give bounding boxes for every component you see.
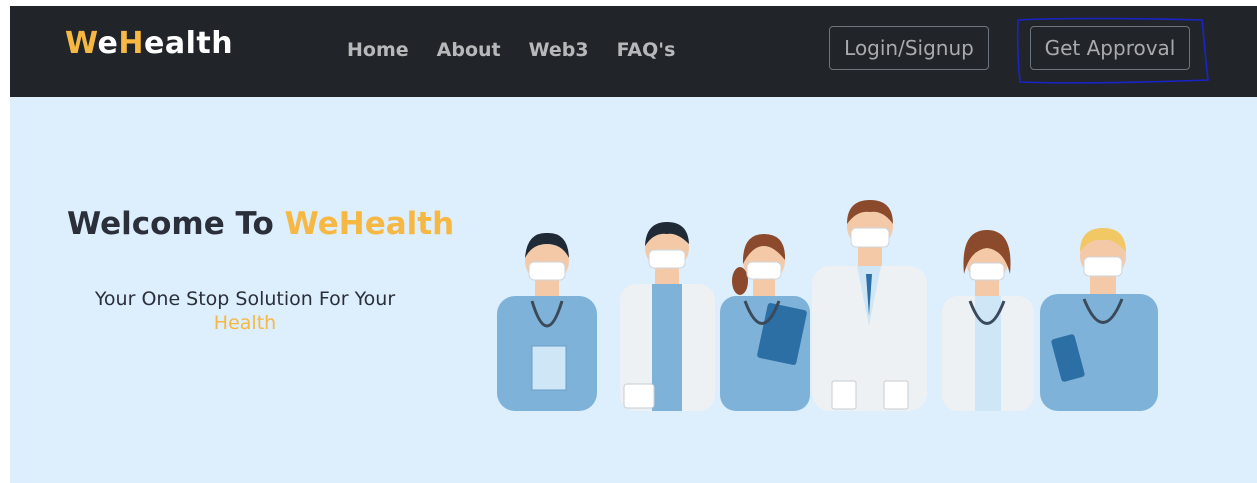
doctor-figure-1 [620,222,715,411]
login-signup-button[interactable]: Login/Signup [829,26,989,70]
brand-letter-h: H [118,26,144,61]
nav-links: Home About Web3 FAQ's [347,39,703,61]
brand-letter-e: e [97,26,119,61]
brand-letters-ealth: ealth [144,26,234,61]
brand-letter-w: W [65,26,98,61]
brand-logo[interactable]: WeHealth [65,26,233,61]
navbar: WeHealth Home About Web3 FAQ's Login/Sig… [10,6,1257,97]
hero-subtitle: Your One Stop Solution For Your Health [80,287,410,335]
hero-title-prefix: Welcome To [67,206,285,242]
nav-link-web3[interactable]: Web3 [529,39,589,61]
medical-staff-illustration [497,200,1158,411]
nurse-figure-1 [497,232,597,411]
hero-title: Welcome To WeHealth [67,206,454,242]
nurse-figure-2 [720,234,810,411]
hero-subtitle-text: Your One Stop Solution For Your [94,288,396,310]
page-frame: WeHealth Home About Web3 FAQ's Login/Sig… [10,6,1257,483]
doctor-figure-3 [942,230,1034,411]
nav-link-about[interactable]: About [437,39,501,61]
hand-drawn-annotation [1016,17,1209,84]
hero-title-accent: WeHealth [284,206,455,242]
nav-link-home[interactable]: Home [347,39,409,61]
nav-link-faqs[interactable]: FAQ's [617,39,676,61]
hero-subtitle-accent: Health [213,312,277,334]
doctor-figure-2 [812,200,927,411]
nurse-figure-3 [1040,228,1158,411]
